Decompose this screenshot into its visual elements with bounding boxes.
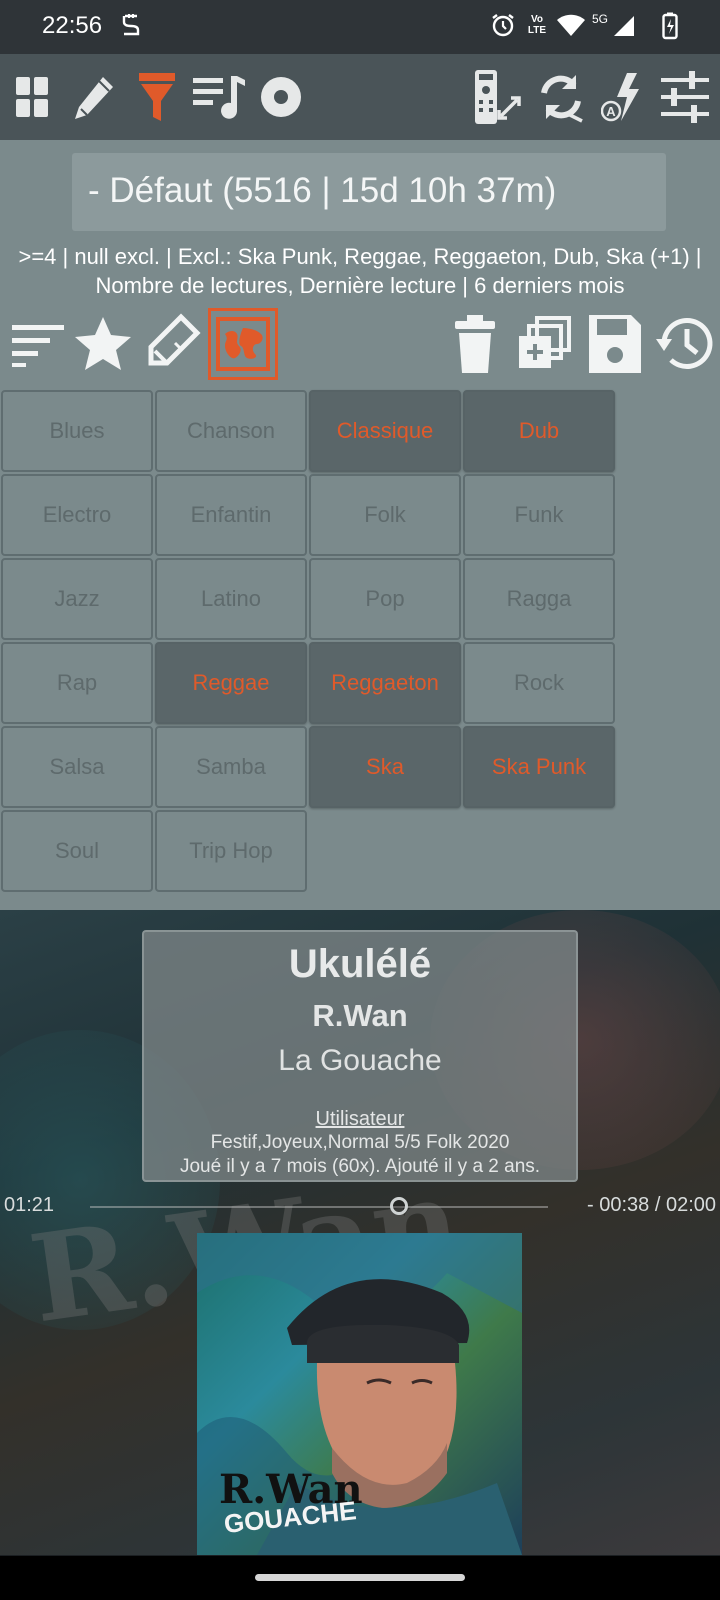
genre-toggle[interactable]: Blues (1, 390, 153, 472)
genre-toggle[interactable]: Reggaeton (309, 642, 461, 724)
genre-toggle[interactable]: Enfantin (155, 474, 307, 556)
genre-toggle[interactable]: Chanson (155, 390, 307, 472)
track-album: La Gouache (278, 1044, 442, 1077)
network-type: 5G (592, 12, 609, 26)
filter-icon[interactable] (126, 66, 188, 128)
volte-icon: Vo LTE (527, 14, 547, 36)
svg-text:A: A (606, 104, 616, 119)
genre-toggle[interactable]: Rap (1, 642, 153, 724)
genre-toggle[interactable]: Ragga (463, 558, 615, 640)
filter-panel: - Défaut (5516 | 15d 10h 37m) >=4 | null… (0, 140, 720, 910)
alarm-icon (490, 12, 516, 43)
sort-icon[interactable] (2, 308, 72, 380)
top-toolbar: A (0, 54, 720, 140)
genre-toggle[interactable]: Jazz (1, 558, 153, 640)
tag-icon[interactable] (138, 308, 208, 380)
genre-toggle[interactable]: Classique (309, 390, 461, 472)
preset-selector[interactable]: - Défaut (5516 | 15d 10h 37m) (72, 153, 666, 231)
filter-tools (0, 308, 720, 384)
save-icon[interactable] (580, 308, 650, 380)
track-source-link[interactable]: Utilisateur (144, 1108, 576, 1131)
genre-toggle[interactable]: Trip Hop (155, 810, 307, 892)
genre-toggle[interactable]: Latino (155, 558, 307, 640)
remote-icon[interactable] (466, 66, 528, 128)
star-icon[interactable] (68, 308, 138, 380)
preset-label: - Défaut (5516 | 15d 10h 37m) (88, 171, 557, 210)
seek-bar[interactable] (90, 1206, 548, 1208)
playlist-icon[interactable] (188, 66, 250, 128)
genre-toggle[interactable]: Electro (1, 474, 153, 556)
status-bar: 22:56 Vo LTE 5G (0, 0, 720, 54)
track-title: Ukulélé (288, 942, 432, 986)
home-gesture-handle[interactable] (255, 1574, 465, 1581)
genre-toggle[interactable]: Folk (309, 474, 461, 556)
genre-toggle[interactable]: Funk (463, 474, 615, 556)
now-playing-panel: R.Wan Ukulélé R.Wan La Gouache Utilisate… (0, 910, 720, 1555)
duplicate-icon[interactable] (510, 308, 580, 380)
map-icon[interactable] (208, 308, 278, 380)
filter-summary: >=4 | null excl. | Excl.: Ska Punk, Regg… (18, 244, 702, 298)
remaining-time: - 00:38 / 02:00 (587, 1194, 716, 1216)
sync-icon[interactable] (530, 66, 592, 128)
track-play-stats: Joué il y a 7 mois (60x). Ajouté il y a … (179, 1156, 541, 1177)
battery-charging-icon (662, 12, 678, 45)
grid-icon[interactable] (2, 66, 64, 128)
album-cover[interactable]: R.Wan GOUACHE (197, 1233, 522, 1555)
trash-icon[interactable] (440, 308, 510, 380)
genre-toggle[interactable]: Ska Punk (463, 726, 615, 808)
sliders-icon[interactable] (654, 66, 716, 128)
elapsed-time: 01:21 (4, 1194, 55, 1216)
genre-toggle[interactable]: Salsa (1, 726, 153, 808)
wifi-icon (556, 14, 586, 43)
track-artist: R.Wan (312, 998, 408, 1033)
genre-toggle[interactable]: Pop (309, 558, 461, 640)
auto-flash-icon[interactable]: A (592, 66, 654, 128)
record-icon[interactable] (250, 66, 312, 128)
genre-toggle[interactable]: Rock (463, 642, 615, 724)
pencil-icon[interactable] (64, 66, 126, 128)
genre-toggle[interactable]: Ska (309, 726, 461, 808)
genre-toggle[interactable]: Dub (463, 390, 615, 472)
system-nav-bar (0, 1556, 720, 1600)
genre-toggle[interactable]: Reggae (155, 642, 307, 724)
clock: 22:56 (42, 12, 103, 39)
notification-icon (120, 12, 142, 43)
track-tags: Festif,Joyeux,Normal 5/5 Folk 2020 (210, 1132, 510, 1153)
history-icon[interactable] (650, 308, 720, 380)
genre-toggle[interactable]: Samba (155, 726, 307, 808)
signal-icon (612, 14, 636, 43)
genre-toggle[interactable]: Soul (1, 810, 153, 892)
track-info-card[interactable]: Ukulélé R.Wan La Gouache Utilisateur Fes… (142, 930, 578, 1182)
